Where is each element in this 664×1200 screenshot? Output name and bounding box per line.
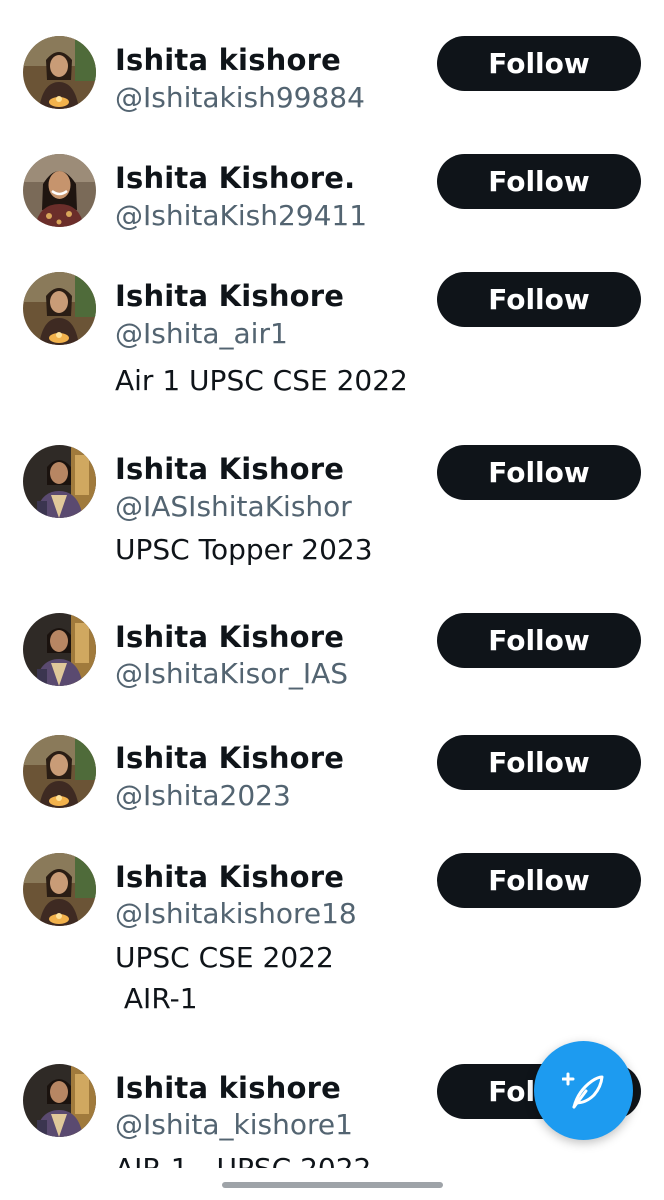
user-bio: Air 1 UPSC CSE 2022 [115, 364, 408, 397]
avatar-smiling-icon[interactable] [23, 154, 96, 227]
user-handle[interactable]: @IshitaKish29411 [115, 199, 367, 233]
avatar-candle-icon[interactable] [23, 272, 96, 345]
display-name[interactable]: Ishita Kishore [115, 619, 344, 655]
follow-button[interactable]: Follow [437, 154, 641, 209]
user-handle[interactable]: @Ishitakishore18 [115, 897, 357, 931]
avatar-candle-icon[interactable] [23, 735, 96, 808]
who-to-follow-screen: Ishita kishore @Ishitakish99884 Follow I… [0, 0, 664, 1200]
user-handle[interactable]: @Ishitakish99884 [115, 81, 365, 115]
home-indicator[interactable] [222, 1182, 443, 1188]
display-name[interactable]: Ishita kishore [115, 42, 341, 78]
display-name[interactable]: Ishita Kishore [115, 451, 344, 487]
display-name[interactable]: Ishita Kishore [115, 740, 344, 776]
user-bio: UPSC Topper 2023 [115, 533, 373, 566]
follow-button[interactable]: Follow [437, 272, 641, 327]
follow-button[interactable]: Follow [437, 613, 641, 668]
avatar-studio-icon[interactable] [23, 613, 96, 686]
avatar-studio-icon[interactable] [23, 445, 96, 518]
avatar-studio-icon[interactable] [23, 1064, 96, 1137]
display-name[interactable]: Ishita kishore [115, 1070, 341, 1106]
display-name[interactable]: Ishita Kishore. [115, 160, 355, 196]
user-handle[interactable]: @Ishita2023 [115, 779, 291, 813]
display-name[interactable]: Ishita Kishore [115, 859, 344, 895]
user-handle[interactable]: @Ishita_kishore1 [115, 1108, 353, 1142]
user-bio: UPSC CSE 2022 AIR-1 [115, 941, 334, 1015]
compose-feather-plus-icon [561, 1072, 603, 1108]
follow-button[interactable]: Follow [437, 36, 641, 91]
user-handle[interactable]: @IshitaKisor_IAS [115, 657, 348, 691]
compose-button[interactable] [534, 1041, 633, 1140]
avatar-candle-icon[interactable] [23, 36, 96, 109]
user-handle[interactable]: @IASIshitaKishor [115, 490, 352, 524]
display-name[interactable]: Ishita Kishore [115, 278, 344, 314]
follow-button[interactable]: Follow [437, 853, 641, 908]
avatar-candle-icon[interactable] [23, 853, 96, 926]
follow-button[interactable]: Follow [437, 445, 641, 500]
user-handle[interactable]: @Ishita_air1 [115, 317, 288, 351]
follow-button[interactable]: Follow [437, 735, 641, 790]
